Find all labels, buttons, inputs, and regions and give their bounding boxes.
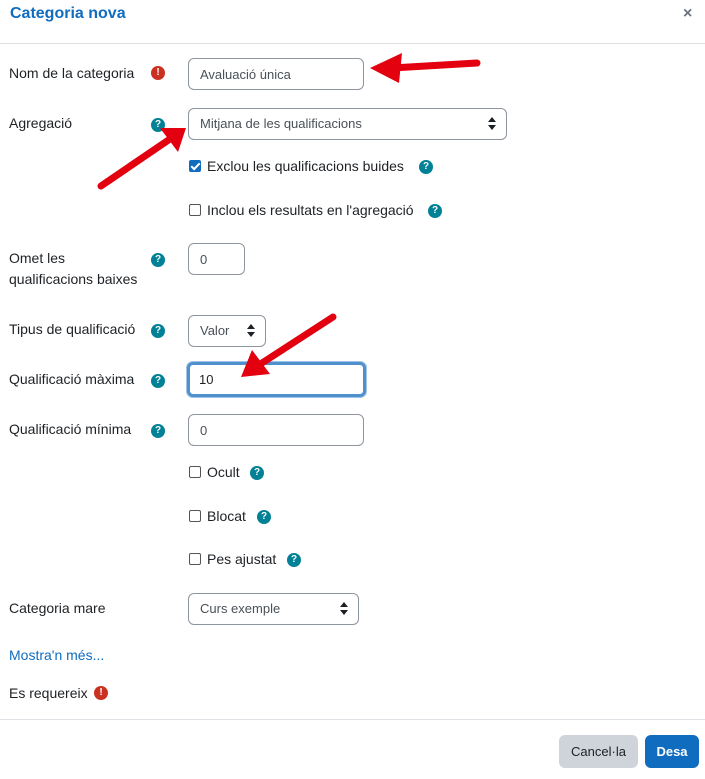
help-icon[interactable]: ? [151, 374, 165, 388]
drop-lowest-label-line2: qualificacions baixes [9, 271, 138, 287]
max-grade-input[interactable] [187, 362, 366, 397]
grade-type-selected-value: Valor [200, 323, 230, 338]
help-icon[interactable]: ? [151, 424, 165, 438]
help-icon[interactable]: ? [151, 324, 165, 338]
save-button[interactable]: Desa [645, 735, 699, 768]
required-icon: ! [94, 686, 108, 700]
min-grade-label: Qualificació mínima [9, 421, 132, 437]
min-grade-input[interactable] [188, 414, 364, 446]
aggregation-label: Agregació [9, 115, 73, 131]
required-note: Es requereix [9, 685, 88, 701]
exclude-empty-checkbox[interactable] [189, 160, 201, 172]
parent-category-select[interactable]: Curs exemple [188, 593, 359, 625]
dialog-title: Categoria nova [10, 5, 126, 22]
max-grade-label: Qualificació màxima [9, 371, 135, 387]
help-icon[interactable]: ? [250, 466, 264, 480]
include-outcomes-checkbox[interactable] [189, 204, 201, 216]
weight-adjusted-label: Pes ajustat [207, 551, 277, 567]
parent-category-label: Categoria mare [9, 600, 106, 616]
close-icon[interactable]: × [683, 5, 692, 23]
select-caret-icon [247, 324, 255, 338]
arrow-to-max-grade-input [258, 313, 337, 367]
help-icon[interactable]: ? [419, 160, 433, 174]
drop-lowest-label-line1: Omet les [9, 250, 66, 266]
dialog-header: Categoria nova × [0, 0, 705, 44]
include-outcomes-label: Inclou els resultats en l'agregació [207, 202, 414, 218]
select-caret-icon [488, 117, 496, 131]
required-icon: ! [151, 66, 165, 80]
locked-checkbox[interactable] [189, 510, 201, 522]
help-icon[interactable]: ? [287, 553, 301, 567]
arrow-to-name-input [388, 59, 481, 72]
help-icon[interactable]: ? [151, 118, 165, 132]
arrowhead-aggregation [160, 128, 186, 152]
help-icon[interactable]: ? [257, 510, 271, 524]
aggregation-select[interactable]: Mitjana de les qualificacions [188, 108, 507, 140]
name-label: Nom de la categoria [9, 65, 135, 81]
grade-type-label: Tipus de qualificació [9, 321, 136, 337]
grade-type-select[interactable]: Valor [188, 315, 266, 347]
parent-category-selected-value: Curs exemple [200, 601, 281, 616]
aggregation-selected-value: Mitjana de les qualificacions [200, 116, 362, 131]
weight-adjusted-checkbox[interactable] [189, 553, 201, 565]
arrow-to-aggregation-select [97, 135, 174, 190]
select-caret-icon [340, 602, 348, 616]
cancel-button[interactable]: Cancel·la [559, 735, 638, 768]
locked-label: Blocat [207, 508, 246, 524]
help-icon[interactable]: ? [428, 204, 442, 218]
show-more-link[interactable]: Mostra'n més... [9, 647, 104, 663]
help-icon[interactable]: ? [151, 253, 165, 267]
exclude-empty-label: Exclou les qualificacions buides [207, 158, 404, 174]
hidden-label: Ocult [207, 464, 240, 480]
drop-lowest-input[interactable] [188, 243, 245, 275]
hidden-checkbox[interactable] [189, 466, 201, 478]
category-name-input[interactable] [188, 58, 364, 90]
arrowhead-name [370, 53, 402, 83]
